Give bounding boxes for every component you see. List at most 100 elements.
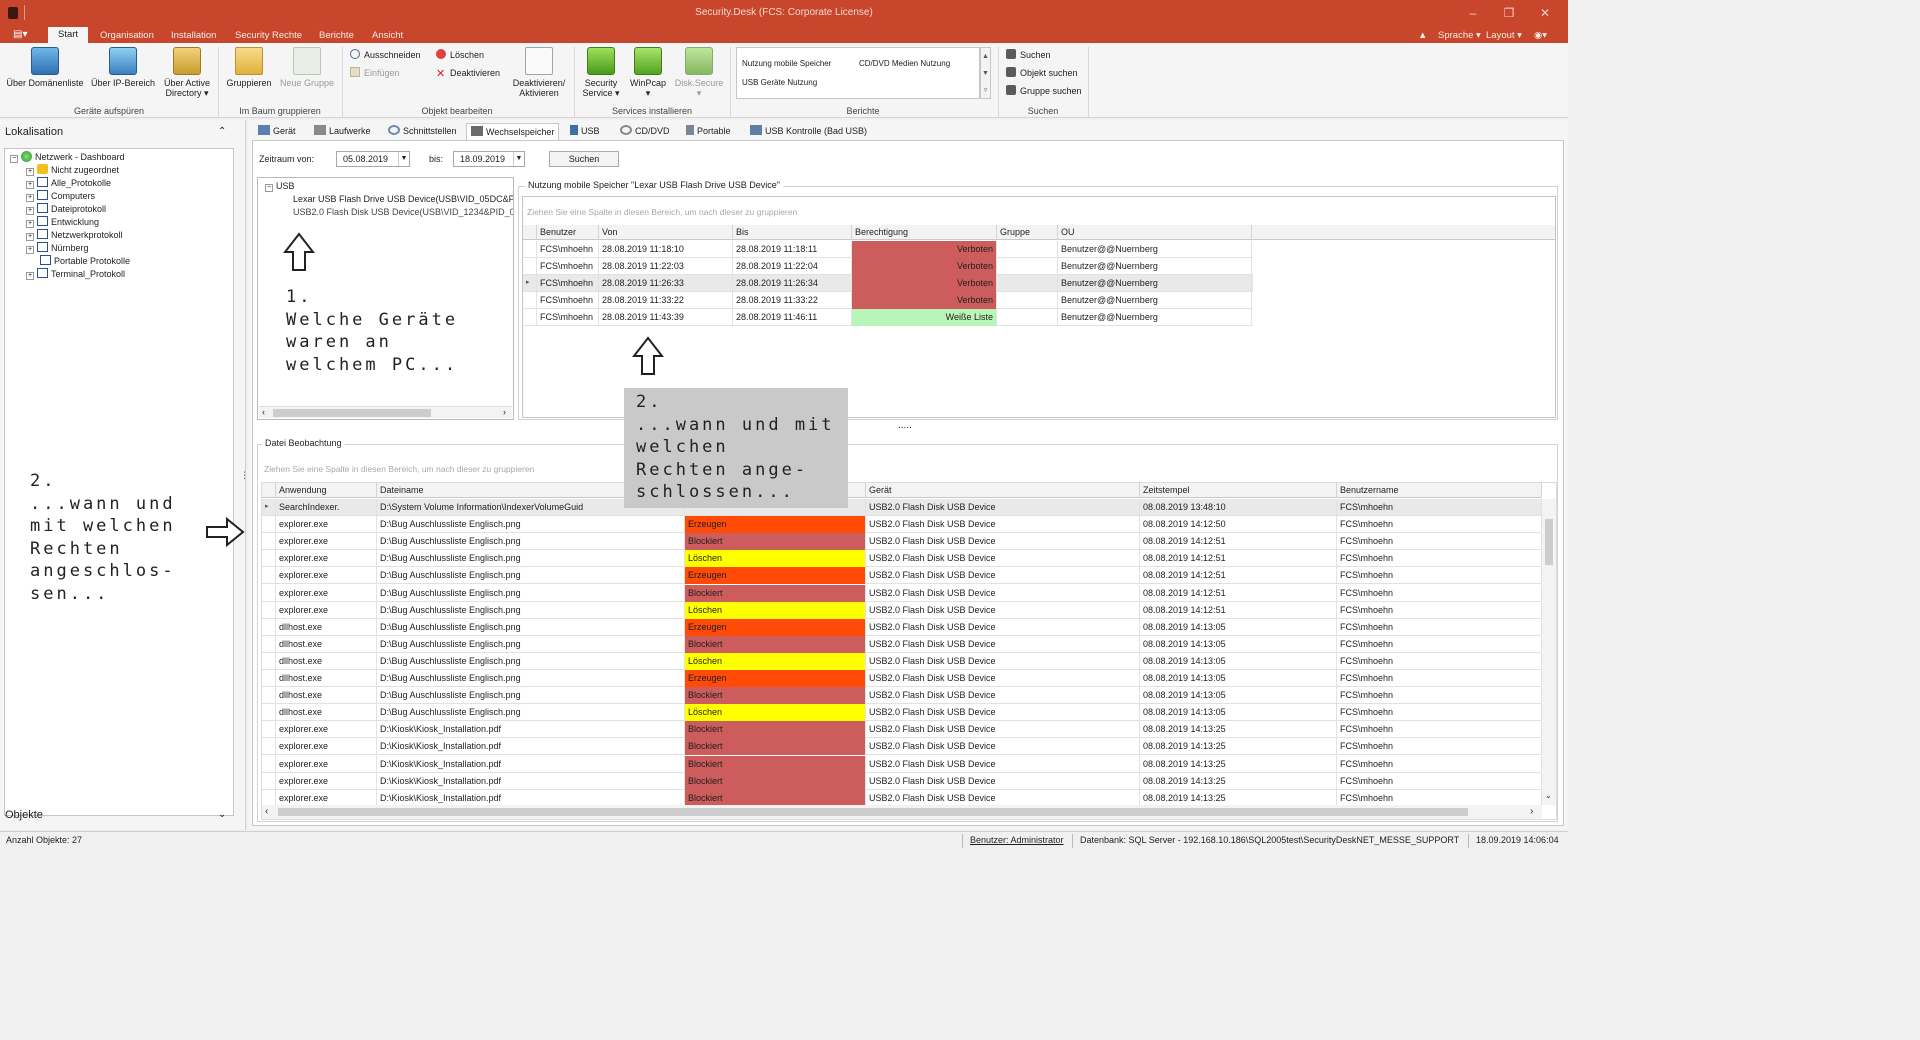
tree-item-terminal-protokoll[interactable]: + Terminal_Protokoll [26,268,125,281]
row-indicator[interactable] [262,670,276,687]
row-indicator[interactable] [262,687,276,705]
expand-icon[interactable]: + [26,272,34,280]
tab-schnittstellen[interactable]: Schnittstellen [384,123,461,140]
col-gruppe[interactable]: Gruppe [997,225,1058,240]
usage-row[interactable]: FCS\mhoehn 28.08.2019 11:18:10 28.08.2019 … [523,241,1253,258]
file-row[interactable]: explorer.exe D:\Bug Auschlussliste Englis… [262,533,1542,551]
file-row[interactable]: ▸ SearchIndexer. D:\System Volume Informat… [262,499,1542,516]
tree-item-portable-protokolle[interactable]: Portable Protokolle [40,255,130,268]
scroll-thumb[interactable] [1545,519,1553,565]
row-indicator[interactable] [262,704,276,722]
gallery-scroll[interactable]: ▲ ▼ ▿ [980,47,991,99]
file-row[interactable]: dllhost.exe D:\Bug Auschlussliste Englisc… [262,618,1542,636]
file-row[interactable]: dllhost.exe D:\Bug Auschlussliste Englisc… [262,635,1542,653]
usage-row[interactable]: FCS\mhoehn 28.08.2019 11:33:22 28.08.2019 … [523,292,1253,309]
collapse-ribbon-icon[interactable]: ▲ [1412,29,1433,43]
toggle-activate-button[interactable]: Deaktivieren/ Aktivieren [510,47,568,98]
disk-secure-button[interactable]: Disk.Secure ▾ [672,47,726,98]
col-benutzername[interactable]: Benutzername [1337,483,1542,498]
row-indicator[interactable] [262,635,276,653]
collapse-icon[interactable]: − [10,155,18,163]
tree-item-netzwerkprotokoll[interactable]: + Netzwerkprotokoll [26,229,123,242]
expand-icon[interactable]: + [26,194,34,202]
file-row[interactable]: explorer.exe D:\Bug Auschlussliste Englis… [262,601,1542,619]
row-indicator[interactable] [262,584,276,602]
expand-icon[interactable]: + [26,168,34,176]
tab-usb[interactable]: USB [566,123,604,140]
row-indicator[interactable] [262,618,276,636]
date-to-input[interactable]: 18.09.2019 ▼ [453,151,525,167]
file-row[interactable]: explorer.exe D:\Bug Auschlussliste Englis… [262,516,1542,534]
row-indicator[interactable] [262,533,276,551]
col-geraet[interactable]: Gerät [866,483,1140,498]
files-hscrollbar[interactable]: ‹ › [262,805,1542,819]
object-search-button[interactable]: Objekt suchen [1006,66,1078,82]
search-submit-button[interactable]: Suchen [549,151,619,167]
tab-usb-kontrolle[interactable]: USB Kontrolle (Bad USB) [746,123,871,140]
file-row[interactable]: explorer.exe D:\Kiosk\Kiosk_Installation.… [262,755,1542,773]
col-anwendung[interactable]: Anwendung [276,483,377,498]
device-item-lexar[interactable]: Lexar USB Flash Drive USB Device(USB\VID… [293,193,513,206]
expand-down-icon[interactable]: ⌄ [218,809,226,820]
menu-start[interactable]: Start [48,27,89,43]
scroll-down-icon[interactable]: ⌄ [1545,791,1552,800]
file-row[interactable]: explorer.exe D:\Kiosk\Kiosk_Installation.… [262,721,1542,739]
files-vscrollbar[interactable]: ⌄ [1542,499,1556,805]
usage-row[interactable]: FCS\mhoehn 28.08.2019 11:43:39 28.08.2019 … [523,309,1253,326]
help-icon[interactable]: ◉▾ [1528,29,1553,43]
usage-row[interactable]: ▸ FCS\mhoehn 28.08.2019 11:26:33 28.08.2019… [523,275,1253,292]
file-row[interactable]: explorer.exe D:\Kiosk\Kiosk_Installation.… [262,789,1542,805]
usb-root[interactable]: − USB [265,180,295,193]
tree-item-computers[interactable]: + Computers [26,190,95,203]
date-dropdown-icon[interactable]: ▼ [398,152,409,166]
tab-laufwerke[interactable]: Laufwerke [310,123,375,140]
row-indicator[interactable] [262,550,276,568]
scroll-right-icon[interactable]: › [1530,806,1533,817]
paste-button[interactable]: Einfügen [350,66,400,82]
row-indicator[interactable]: ▸ [523,275,537,292]
expand-icon[interactable]: + [26,246,34,254]
date-from-input[interactable]: 05.08.2019 ▼ [336,151,410,167]
close-icon[interactable]: ✕ [1536,4,1554,22]
row-indicator[interactable] [262,738,276,756]
col-ou[interactable]: OU [1058,225,1252,240]
row-indicator[interactable] [262,516,276,534]
tab-wechselspeicher[interactable]: Wechselspeicher [466,123,560,140]
current-user-link[interactable]: Benutzer: Administrator [970,832,1064,849]
file-row[interactable]: explorer.exe D:\Kiosk\Kiosk_Installation.… [262,738,1542,756]
tree-hscrollbar[interactable]: ‹ › [259,406,512,418]
file-row[interactable]: dllhost.exe D:\Bug Auschlussliste Englisc… [262,670,1542,687]
expand-icon[interactable]: + [26,181,34,189]
scroll-thumb[interactable] [273,409,431,417]
deactivate-button[interactable]: ✕ Deaktivieren [436,66,500,82]
new-group-button[interactable]: Neue Gruppe [278,47,336,88]
language-menu[interactable]: Sprache ▾ [1432,29,1487,43]
security-service-button[interactable]: Security Service ▾ [578,47,624,98]
tree-item-dateiprotokoll[interactable]: + Dateiprotokoll [26,203,106,216]
row-indicator[interactable] [262,755,276,773]
row-indicator[interactable] [262,721,276,739]
scroll-left-icon[interactable]: ‹ [265,806,268,817]
tab-cd-dvd[interactable]: CD/DVD [616,123,674,140]
file-row[interactable]: explorer.exe D:\Bug Auschlussliste Englis… [262,550,1542,568]
expand-icon[interactable]: + [26,233,34,241]
col-von[interactable]: Von [599,225,733,240]
col-benutzer[interactable]: Benutzer [537,225,599,240]
menu-ansicht[interactable]: Ansicht [366,29,409,43]
tree-root[interactable]: − Netzwerk - Dashboard [10,151,125,164]
row-indicator[interactable] [523,258,537,275]
tree-item-entwicklung[interactable]: + Entwicklung [26,216,99,229]
col-bis[interactable]: Bis [733,225,852,240]
col-berechtigung[interactable]: Berechtigung [852,225,997,240]
usage-row[interactable]: FCS\mhoehn 28.08.2019 11:22:03 28.08.2019 … [523,258,1253,275]
tab-geraet[interactable]: Gerät [254,123,300,140]
layout-menu[interactable]: Layout ▾ [1480,29,1528,43]
menu-security-rechte[interactable]: Security Rechte [229,29,308,43]
file-row[interactable]: dllhost.exe D:\Bug Auschlussliste Englisc… [262,687,1542,705]
file-row[interactable]: explorer.exe D:\Bug Auschlussliste Englis… [262,584,1542,602]
search-button[interactable]: Suchen [1006,48,1051,64]
file-row[interactable]: dllhost.exe D:\Bug Auschlussliste Englisc… [262,652,1542,670]
expand-icon[interactable]: + [26,207,34,215]
row-indicator[interactable] [262,652,276,670]
app-menu-icon[interactable]: ▤▾ [13,29,29,40]
